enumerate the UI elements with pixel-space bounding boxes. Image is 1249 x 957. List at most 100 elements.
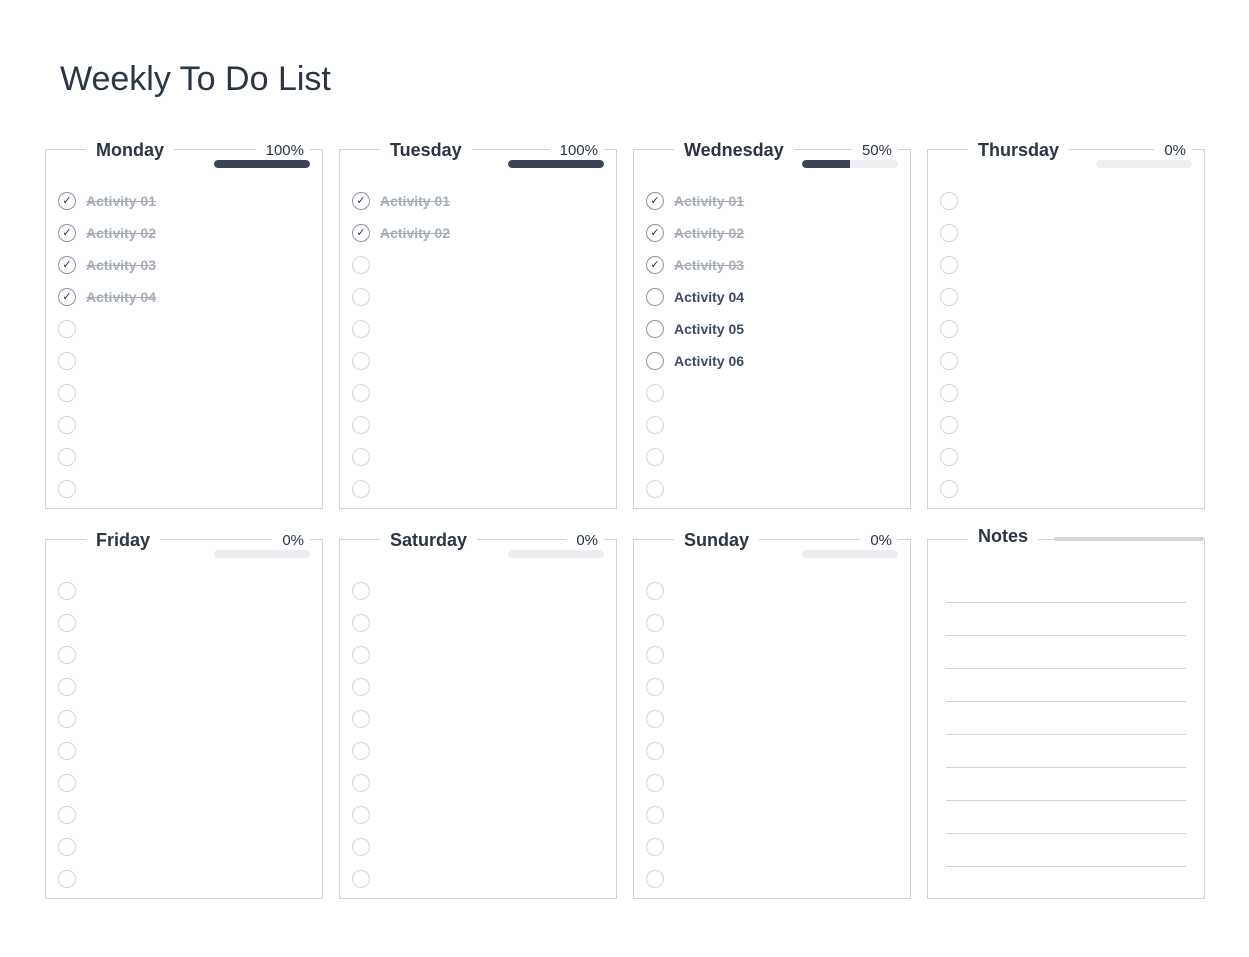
checkbox-empty-icon[interactable] — [646, 678, 664, 696]
checkbox-empty-icon[interactable] — [646, 320, 664, 338]
note-line[interactable] — [946, 801, 1186, 834]
checkbox-empty-icon[interactable] — [646, 384, 664, 402]
task-row[interactable] — [646, 831, 898, 863]
checkbox-empty-icon[interactable] — [58, 448, 76, 466]
task-row[interactable] — [58, 735, 310, 767]
checkbox-empty-icon[interactable] — [940, 192, 958, 210]
checkbox-empty-icon[interactable] — [352, 288, 370, 306]
task-label[interactable]: Activity 01 — [86, 193, 156, 209]
checkbox-empty-icon[interactable] — [646, 288, 664, 306]
task-row[interactable] — [940, 473, 1192, 505]
checkbox-empty-icon[interactable] — [646, 774, 664, 792]
task-label[interactable]: Activity 03 — [674, 257, 744, 273]
note-line[interactable] — [946, 834, 1186, 867]
task-row[interactable] — [352, 441, 604, 473]
note-line[interactable] — [946, 735, 1186, 768]
task-row[interactable] — [58, 831, 310, 863]
task-row[interactable] — [646, 735, 898, 767]
task-label[interactable]: Activity 02 — [380, 225, 450, 241]
checkbox-empty-icon[interactable] — [352, 742, 370, 760]
task-row[interactable] — [352, 313, 604, 345]
checkbox-empty-icon[interactable] — [352, 256, 370, 274]
task-row[interactable] — [58, 473, 310, 505]
task-row[interactable] — [940, 441, 1192, 473]
checkbox-empty-icon[interactable] — [352, 352, 370, 370]
note-line[interactable] — [946, 768, 1186, 801]
checkbox-empty-icon[interactable] — [58, 480, 76, 498]
task-row[interactable] — [58, 767, 310, 799]
checkbox-empty-icon[interactable] — [646, 352, 664, 370]
task-row[interactable] — [646, 703, 898, 735]
checkbox-empty-icon[interactable] — [58, 838, 76, 856]
task-row[interactable] — [940, 345, 1192, 377]
task-row[interactable] — [58, 377, 310, 409]
task-label[interactable]: Activity 04 — [86, 289, 156, 305]
checkbox-empty-icon[interactable] — [940, 416, 958, 434]
task-row[interactable] — [940, 409, 1192, 441]
checkbox-checked-icon[interactable]: ✓ — [352, 192, 370, 210]
checkbox-empty-icon[interactable] — [646, 838, 664, 856]
task-row[interactable] — [940, 281, 1192, 313]
task-row[interactable]: ✓Activity 01 — [646, 185, 898, 217]
task-row[interactable] — [58, 799, 310, 831]
task-row[interactable] — [646, 409, 898, 441]
task-row[interactable]: ✓Activity 01 — [352, 185, 604, 217]
task-row[interactable] — [58, 313, 310, 345]
checkbox-empty-icon[interactable] — [646, 646, 664, 664]
checkbox-empty-icon[interactable] — [352, 838, 370, 856]
task-row[interactable] — [646, 863, 898, 895]
task-row[interactable] — [646, 473, 898, 505]
task-row[interactable] — [352, 575, 604, 607]
task-row[interactable]: Activity 05 — [646, 313, 898, 345]
task-row[interactable] — [352, 831, 604, 863]
task-row[interactable]: Activity 04 — [646, 281, 898, 313]
task-row[interactable] — [646, 799, 898, 831]
checkbox-empty-icon[interactable] — [58, 678, 76, 696]
checkbox-empty-icon[interactable] — [352, 582, 370, 600]
note-line[interactable] — [946, 669, 1186, 702]
task-row[interactable]: ✓ Activity 03 — [646, 249, 898, 281]
checkbox-empty-icon[interactable] — [352, 678, 370, 696]
checkbox-empty-icon[interactable] — [646, 742, 664, 760]
checkbox-empty-icon[interactable] — [58, 352, 76, 370]
checkbox-empty-icon[interactable] — [58, 320, 76, 338]
checkbox-empty-icon[interactable] — [58, 646, 76, 664]
checkbox-checked-icon[interactable]: ✓ — [58, 192, 76, 210]
task-row[interactable] — [646, 575, 898, 607]
checkbox-empty-icon[interactable] — [940, 288, 958, 306]
task-label[interactable]: Activity 05 — [674, 321, 744, 337]
checkbox-checked-icon[interactable]: ✓ — [58, 256, 76, 274]
task-row[interactable] — [352, 799, 604, 831]
task-label[interactable]: Activity 06 — [674, 353, 744, 369]
checkbox-empty-icon[interactable] — [940, 352, 958, 370]
task-row[interactable] — [58, 409, 310, 441]
task-row[interactable]: ✓ Activity 01 — [58, 185, 310, 217]
task-row[interactable] — [58, 607, 310, 639]
task-row[interactable] — [352, 639, 604, 671]
task-row[interactable] — [940, 217, 1192, 249]
task-row[interactable] — [352, 377, 604, 409]
task-row[interactable]: ✓Activity 02 — [646, 217, 898, 249]
task-row[interactable] — [352, 735, 604, 767]
checkbox-empty-icon[interactable] — [646, 416, 664, 434]
task-row[interactable] — [352, 671, 604, 703]
task-row[interactable] — [940, 313, 1192, 345]
task-row[interactable] — [646, 671, 898, 703]
task-row[interactable] — [58, 671, 310, 703]
checkbox-empty-icon[interactable] — [352, 870, 370, 888]
checkbox-empty-icon[interactable] — [352, 480, 370, 498]
task-row[interactable]: ✓Activity 02 — [352, 217, 604, 249]
checkbox-empty-icon[interactable] — [58, 806, 76, 824]
task-label[interactable]: Activity 02 — [674, 225, 744, 241]
checkbox-empty-icon[interactable] — [940, 256, 958, 274]
checkbox-empty-icon[interactable] — [352, 320, 370, 338]
task-row[interactable] — [352, 281, 604, 313]
task-row[interactable] — [940, 249, 1192, 281]
task-row[interactable] — [646, 377, 898, 409]
checkbox-empty-icon[interactable] — [352, 646, 370, 664]
checkbox-empty-icon[interactable] — [646, 480, 664, 498]
checkbox-empty-icon[interactable] — [352, 448, 370, 466]
checkbox-empty-icon[interactable] — [646, 806, 664, 824]
checkbox-checked-icon[interactable]: ✓ — [646, 256, 664, 274]
checkbox-empty-icon[interactable] — [352, 774, 370, 792]
